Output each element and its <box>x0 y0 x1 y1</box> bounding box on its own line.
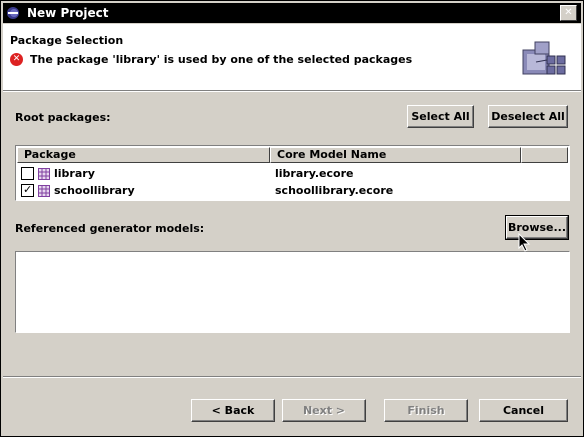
error-text: The package 'library' is used by one of … <box>30 53 413 66</box>
schoollibrary-checkbox[interactable]: ✓ <box>21 183 34 197</box>
column-header-core-model[interactable]: Core Model Name <box>270 147 521 163</box>
browse-button[interactable]: Browse... <box>505 215 569 240</box>
package-wizard-icon <box>522 41 566 75</box>
column-header-package[interactable]: Package <box>17 147 270 163</box>
library-checkbox[interactable] <box>21 167 34 180</box>
table-header: Package Core Model Name <box>17 147 568 163</box>
core-model-name: library.ecore <box>275 167 354 180</box>
wizard-header: Package Selection ✕ The package 'library… <box>3 24 581 90</box>
cancel-button[interactable]: Cancel <box>479 399 568 422</box>
window-title: New Project <box>27 6 109 20</box>
root-packages-label: Root packages: <box>15 111 111 124</box>
title-bar[interactable]: New Project ✕ <box>3 3 581 23</box>
referenced-models-list[interactable] <box>15 251 570 333</box>
package-name: schoollibrary <box>54 184 135 197</box>
error-icon: ✕ <box>10 53 23 66</box>
new-project-dialog: New Project ✕ Package Selection ✕ The pa… <box>0 0 584 437</box>
core-model-name: schoollibrary.ecore <box>275 184 394 197</box>
deselect-all-button[interactable]: Deselect All <box>488 105 568 128</box>
close-button[interactable]: ✕ <box>560 5 577 21</box>
finish-button[interactable]: Finish <box>384 399 468 422</box>
mouse-pointer-icon <box>518 233 531 252</box>
eclipse-icon <box>7 7 19 19</box>
next-button[interactable]: Next > <box>282 399 366 422</box>
footer-separator <box>3 376 581 378</box>
header-separator <box>3 90 581 92</box>
table-row[interactable]: library library.ecore <box>17 165 567 182</box>
select-all-button[interactable]: Select All <box>407 105 474 128</box>
back-button[interactable]: < Back <box>191 399 275 422</box>
error-message: ✕ The package 'library' is used by one o… <box>10 53 412 66</box>
checkmark-icon: ✓ <box>23 183 33 196</box>
package-icon <box>38 167 50 180</box>
close-icon: ✕ <box>564 7 573 18</box>
package-name: library <box>54 167 95 180</box>
package-icon <box>38 184 50 197</box>
column-header-empty[interactable] <box>521 147 568 163</box>
packages-table: Package Core Model Name library library.… <box>15 145 570 201</box>
page-title: Package Selection <box>10 34 124 47</box>
referenced-models-label: Referenced generator models: <box>15 222 205 235</box>
table-row[interactable]: ✓ schoollibrary schoollibrary.ecore <box>17 182 567 199</box>
